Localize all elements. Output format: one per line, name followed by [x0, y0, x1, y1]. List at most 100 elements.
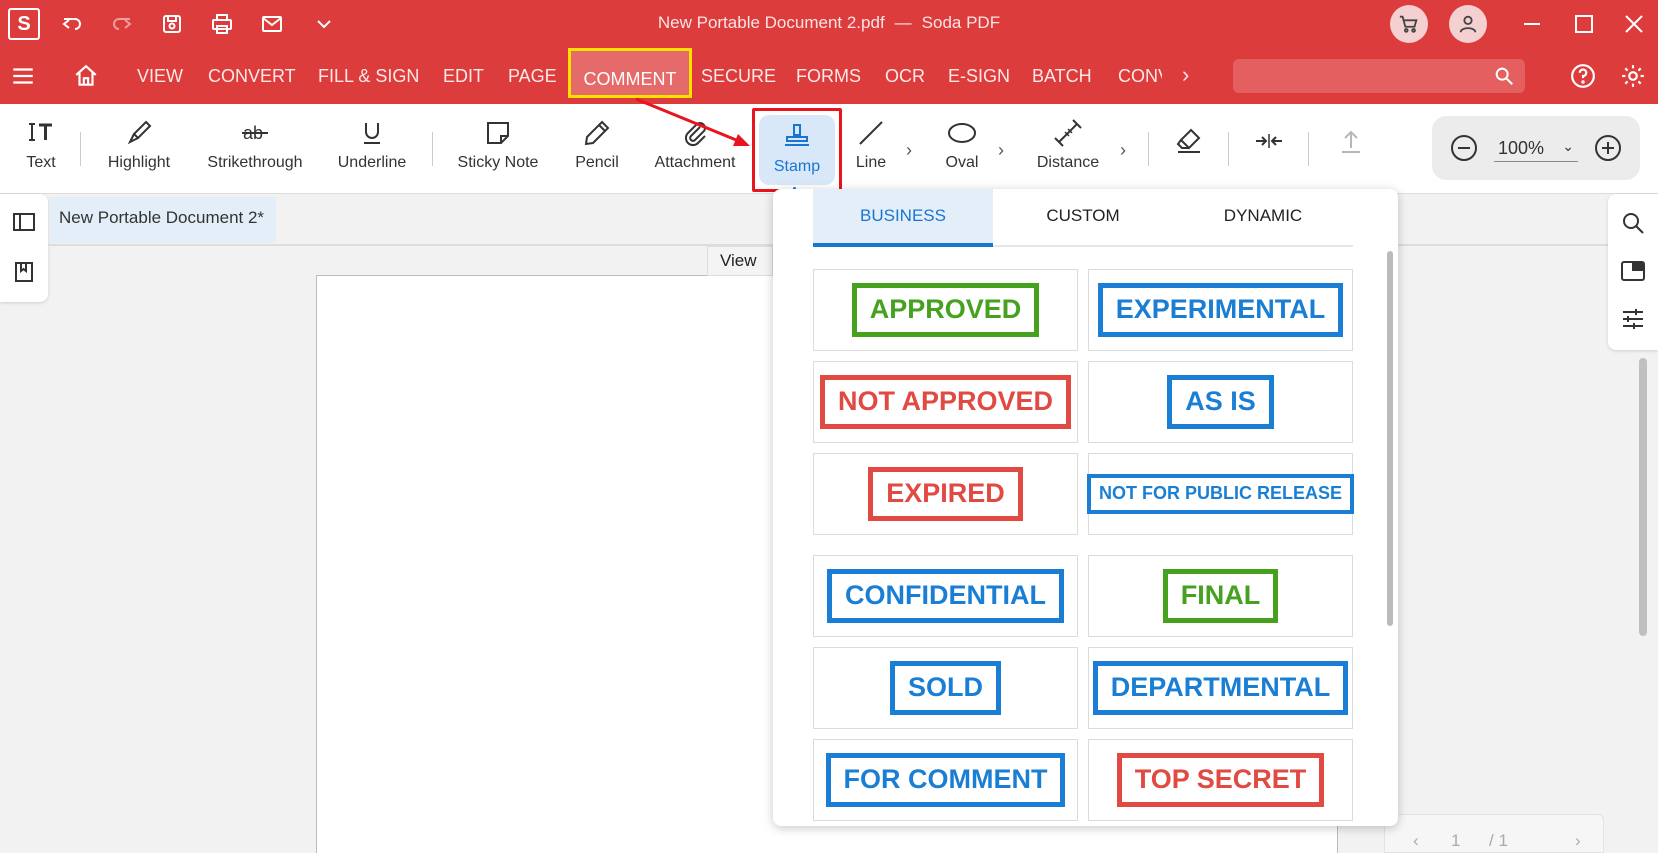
stamp-departmental[interactable]: DEPARTMENTAL	[1088, 647, 1353, 729]
stamp-panel-scrollbar[interactable]	[1387, 251, 1393, 626]
zoom-level-select[interactable]: 100% ⌄	[1494, 138, 1578, 162]
menu-secure[interactable]: SECURE	[701, 66, 776, 87]
tool-distance-label: Distance	[1036, 154, 1100, 171]
menu-fill-sign[interactable]: FILL & SIGN	[318, 66, 419, 87]
zoom-dropdown-chevron-icon: ⌄	[1562, 138, 1574, 154]
document-scrollbar[interactable]	[1639, 358, 1647, 636]
text-tool-icon	[29, 123, 52, 141]
stamp-top-secret-label: TOP SECRET	[1116, 753, 1325, 807]
tool-text[interactable]: Text	[20, 114, 62, 172]
menu-page[interactable]: PAGE	[508, 66, 557, 87]
collapse-tool[interactable]	[1252, 122, 1286, 160]
menu-edit[interactable]: EDIT	[443, 66, 484, 87]
distance-options-chevron-icon[interactable]: ›	[1120, 140, 1126, 161]
help-icon[interactable]	[1570, 63, 1596, 89]
menu-batch[interactable]: BATCH	[1032, 66, 1092, 87]
sticky-note-icon	[487, 122, 509, 144]
stamp-sold-label: SOLD	[889, 661, 1001, 715]
eraser-icon	[1176, 128, 1201, 153]
tool-distance[interactable]: Distance	[1035, 114, 1101, 172]
tool-line[interactable]: Line	[850, 114, 892, 172]
menu-scroll-right-icon[interactable]: ›	[1182, 62, 1189, 88]
menu-bar: VIEW CONVERT FILL & SIGN EDIT PAGE COMME…	[0, 48, 1658, 104]
stamp-icon	[785, 124, 809, 146]
redo-icon[interactable]	[108, 12, 136, 36]
stamp-confidential[interactable]: CONFIDENTIAL	[813, 555, 1078, 637]
stamp-experimental[interactable]: EXPERIMENTAL	[1088, 269, 1353, 351]
settings-gear-icon[interactable]	[1620, 63, 1646, 89]
oval-options-chevron-icon[interactable]: ›	[998, 140, 1004, 161]
stamp-not-for-public-release[interactable]: NOT FOR PUBLIC RELEASE	[1087, 453, 1355, 535]
tool-pencil[interactable]: Pencil	[572, 114, 622, 172]
zoom-level-value: 100%	[1498, 138, 1545, 158]
line-options-chevron-icon[interactable]: ›	[906, 140, 912, 161]
search-icon[interactable]	[1620, 210, 1646, 236]
bookmark-icon[interactable]	[12, 260, 36, 284]
sidebar-toggle-icon[interactable]	[12, 210, 36, 234]
sliders-icon[interactable]	[1620, 306, 1646, 332]
line-icon	[859, 121, 883, 145]
toolbar-divider	[1308, 132, 1309, 166]
menu-convert[interactable]: CONVERT	[208, 66, 296, 87]
upload-icon	[1342, 130, 1360, 153]
tool-sticky-note-label: Sticky Note	[457, 154, 539, 171]
left-side-panel	[0, 194, 48, 302]
tool-sticky-note[interactable]: Sticky Note	[456, 114, 540, 172]
stamp-final[interactable]: FINAL	[1088, 555, 1353, 637]
export-tool[interactable]	[1334, 122, 1368, 160]
print-icon[interactable]	[208, 12, 236, 36]
tab-custom[interactable]: CUSTOM	[993, 189, 1173, 247]
current-page-input[interactable]: 1	[1451, 831, 1460, 851]
cart-icon[interactable]	[1390, 5, 1428, 43]
toolbar-divider	[1148, 132, 1149, 166]
next-page-icon[interactable]: ›	[1575, 831, 1581, 851]
save-icon[interactable]	[158, 12, 186, 36]
maximize-icon[interactable]	[1572, 12, 1596, 36]
stamp-experimental-label: EXPERIMENTAL	[1097, 283, 1344, 337]
tool-underline[interactable]: Underline	[336, 114, 408, 172]
tool-highlight[interactable]: Highlight	[102, 114, 176, 172]
stamp-final-label: FINAL	[1162, 569, 1279, 623]
close-icon[interactable]	[1622, 12, 1646, 36]
mail-icon[interactable]	[258, 12, 286, 36]
menu-view[interactable]: VIEW	[137, 66, 183, 87]
minimize-icon[interactable]	[1520, 12, 1544, 36]
zoom-out-icon[interactable]	[1450, 134, 1478, 162]
menu-forms[interactable]: FORMS	[796, 66, 861, 87]
document-tab[interactable]: New Portable Document 2*	[50, 197, 276, 243]
stamp-top-secret[interactable]: TOP SECRET	[1088, 739, 1353, 821]
tool-attachment[interactable]: Attachment	[652, 114, 738, 172]
total-pages: / 1	[1489, 831, 1508, 850]
stamp-not-approved[interactable]: NOT APPROVED	[813, 361, 1078, 443]
stamp-as-is[interactable]: AS IS	[1088, 361, 1353, 443]
menu-comment[interactable]: COMMENT	[568, 48, 692, 98]
view-button[interactable]: View	[707, 246, 773, 276]
toolbar-divider	[80, 132, 81, 166]
eraser-tool[interactable]	[1172, 122, 1206, 160]
picture-in-picture-icon[interactable]	[1620, 258, 1646, 284]
tab-business[interactable]: BUSINESS	[813, 189, 993, 247]
hamburger-menu-icon[interactable]	[10, 63, 36, 89]
stamp-for-comment[interactable]: FOR COMMENT	[813, 739, 1078, 821]
app-name: Soda PDF	[921, 13, 1001, 32]
soda-logo[interactable]: S	[8, 8, 40, 40]
stamp-expired[interactable]: EXPIRED	[813, 453, 1078, 535]
chevron-down-icon[interactable]	[310, 12, 338, 36]
search-box[interactable]	[1233, 59, 1525, 93]
account-icon[interactable]	[1449, 5, 1487, 43]
tab-dynamic[interactable]: DYNAMIC	[1173, 189, 1353, 247]
menu-ocr[interactable]: OCR	[885, 66, 925, 87]
tool-stamp-highlight: Stamp	[759, 115, 835, 185]
zoom-in-icon[interactable]	[1594, 134, 1622, 162]
stamp-sold[interactable]: SOLD	[813, 647, 1078, 729]
oval-icon	[948, 123, 976, 143]
stamp-approved[interactable]: APPROVED	[813, 269, 1078, 351]
menu-convert-truncated[interactable]: CONVERT	[1118, 66, 1162, 87]
undo-icon[interactable]	[58, 12, 86, 36]
menu-e-sign[interactable]: E-SIGN	[948, 66, 1010, 87]
prev-page-icon[interactable]: ‹	[1413, 831, 1419, 851]
tool-stamp[interactable]: Stamp	[752, 108, 842, 192]
tool-oval[interactable]: Oval	[940, 114, 984, 172]
tool-strikethrough[interactable]: ab Strikethrough	[205, 114, 305, 172]
home-icon[interactable]	[73, 63, 99, 89]
